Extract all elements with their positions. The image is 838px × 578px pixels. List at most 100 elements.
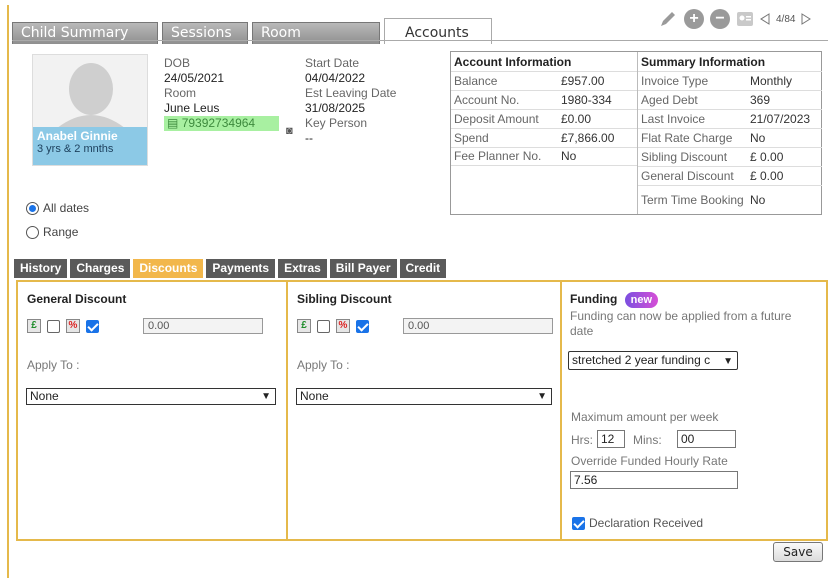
hrs-label: Hrs:	[571, 433, 593, 447]
child-age: 3 yrs & 2 mnths	[37, 143, 114, 155]
radio-button[interactable]	[26, 225, 39, 239]
table-row: Account No. 1980-334	[451, 90, 637, 109]
subtab-history[interactable]: History	[14, 259, 68, 278]
funding-title: Funding	[570, 292, 618, 306]
general-discount-type: £ %	[27, 319, 99, 333]
next-icon[interactable]	[801, 13, 812, 25]
funding-title-row: Funding new	[570, 292, 659, 308]
start-date-value: 04/04/2022	[305, 71, 366, 85]
hrs-input[interactable]: 12	[597, 430, 625, 448]
chevron-down-icon: ▼	[723, 356, 733, 367]
table-row: Term Time Booking No	[638, 185, 822, 213]
percent-icon: %	[66, 319, 80, 333]
sibling-apply-to-select[interactable]: None ▼	[296, 388, 552, 405]
account-info-title: Account Information	[454, 55, 572, 69]
pound-checkbox[interactable]	[47, 319, 60, 333]
est-leaving-label: Est Leaving Date	[305, 86, 397, 100]
est-leaving-value: 31/08/2025	[305, 101, 366, 115]
subtab-bill-payer[interactable]: Bill Payer	[329, 259, 397, 278]
dob-value: 24/05/2021	[164, 71, 225, 85]
discount-panels: General Discount £ % 0.00 Apply To : Non…	[16, 280, 828, 541]
phone-icon: ▤	[167, 116, 179, 130]
override-rate-label: Override Funded Hourly Rate	[571, 454, 728, 468]
funding-type-value: stretched 2 year funding c	[572, 353, 711, 367]
table-row: Fee Planner No. No	[451, 147, 637, 166]
funding-panel: Funding new Funding can now be applied f…	[562, 282, 826, 539]
record-counter: 4/84	[776, 13, 796, 25]
table-row: Aged Debt 369	[638, 90, 822, 109]
account-info-table: Account Information Balance £957.00 Accou…	[451, 54, 637, 166]
table-row: Flat Rate Charge No	[638, 128, 822, 147]
percent-checkbox[interactable]	[356, 319, 369, 333]
table-row: Last Invoice 21/07/2023	[638, 109, 822, 128]
chevron-down-icon: ▼	[537, 391, 547, 402]
table-row: Sibling Discount £ 0.00	[638, 147, 822, 166]
child-photo: Anabel Ginnie 3 yrs & 2 mnths	[32, 54, 148, 166]
percent-icon: %	[336, 319, 350, 333]
pencil-icon[interactable]	[658, 9, 678, 29]
sibling-apply-to-label: Apply To :	[297, 358, 350, 372]
subtab-charges[interactable]: Charges	[70, 259, 131, 278]
declaration-checkbox[interactable]	[572, 516, 585, 530]
general-discount-title: General Discount	[27, 292, 127, 306]
room-value: June Leus	[164, 101, 220, 115]
mins-input[interactable]: 00	[677, 430, 736, 448]
percent-checkbox[interactable]	[86, 319, 99, 333]
radio-all-dates[interactable]: All dates	[26, 201, 89, 215]
radio-range-label: Range	[43, 225, 79, 239]
id-card-icon[interactable]	[736, 10, 754, 28]
subtab-payments[interactable]: Payments	[206, 259, 276, 278]
save-button[interactable]: Save	[773, 542, 823, 562]
general-discount-panel: General Discount £ % 0.00 Apply To : Non…	[18, 282, 288, 539]
tab-divider	[12, 40, 828, 41]
pound-checkbox[interactable]	[317, 319, 330, 333]
key-person-label: Key Person	[305, 116, 368, 130]
subtab-discounts[interactable]: Discounts	[133, 259, 204, 278]
table-row: Balance £957.00	[451, 71, 637, 90]
minus-circle-icon[interactable]: −	[710, 9, 730, 29]
sub-tabs: History Charges Discounts Payments Extra…	[14, 259, 449, 278]
declaration-checkbox-row[interactable]: Declaration Received	[572, 516, 703, 530]
avatar-icon	[49, 63, 133, 135]
sibling-discount-amount[interactable]: 0.00	[403, 318, 553, 334]
mins-label: Mins:	[633, 433, 662, 447]
child-dates: Start Date 04/04/2022 Est Leaving Date 3…	[305, 56, 396, 146]
subtab-extras[interactable]: Extras	[278, 259, 327, 278]
general-apply-to-select[interactable]: None ▼	[26, 388, 276, 405]
camera-icon[interactable]: ◙	[286, 125, 293, 137]
sibling-discount-type: £ %	[297, 319, 369, 333]
table-row: Spend £7,866.00	[451, 128, 637, 147]
chevron-down-icon: ▼	[261, 391, 271, 402]
new-badge: new	[624, 292, 659, 308]
radio-range[interactable]: Range	[26, 225, 78, 239]
phone-number[interactable]: ▤ 79392734964	[164, 116, 280, 131]
radio-button[interactable]	[26, 201, 39, 215]
account-summary-box: Account Information Balance £957.00 Accou…	[450, 51, 822, 215]
declaration-label: Declaration Received	[589, 516, 704, 530]
summary-info-title: Summary Information	[641, 55, 766, 69]
phone-value: 79392734964	[181, 116, 256, 130]
summary-info-table: Summary Information Invoice Type Monthly …	[638, 54, 822, 213]
table-row: Invoice Type Monthly	[638, 71, 822, 90]
funding-type-select[interactable]: stretched 2 year funding c ▼	[568, 351, 738, 370]
table-row: Deposit Amount £0.00	[451, 109, 637, 128]
photo-caption: Anabel Ginnie 3 yrs & 2 mnths	[33, 127, 147, 165]
plus-circle-icon[interactable]: +	[684, 9, 704, 29]
sibling-apply-to-value: None	[300, 389, 329, 403]
subtab-credit[interactable]: Credit	[399, 259, 447, 278]
sibling-discount-panel: Sibling Discount £ % 0.00 Apply To : Non…	[288, 282, 562, 539]
room-label: Room	[164, 86, 197, 100]
general-discount-amount[interactable]: 0.00	[143, 318, 263, 334]
sibling-discount-title: Sibling Discount	[297, 292, 392, 306]
pound-icon: £	[27, 319, 41, 333]
prev-icon[interactable]	[760, 13, 770, 25]
toolbar: + − 4/84	[658, 9, 812, 29]
override-rate-input[interactable]: 7.56	[570, 471, 738, 489]
funding-note: Funding can now be applied from a future…	[570, 309, 792, 338]
child-details: DOB 24/05/2021 Room June Leus ▤ 79392734…	[164, 56, 280, 131]
general-apply-to-label: Apply To :	[27, 358, 80, 372]
max-amount-label: Maximum amount per week	[571, 410, 719, 424]
radio-all-dates-label: All dates	[43, 201, 90, 215]
child-name: Anabel Ginnie	[37, 129, 118, 143]
pound-icon: £	[297, 319, 311, 333]
